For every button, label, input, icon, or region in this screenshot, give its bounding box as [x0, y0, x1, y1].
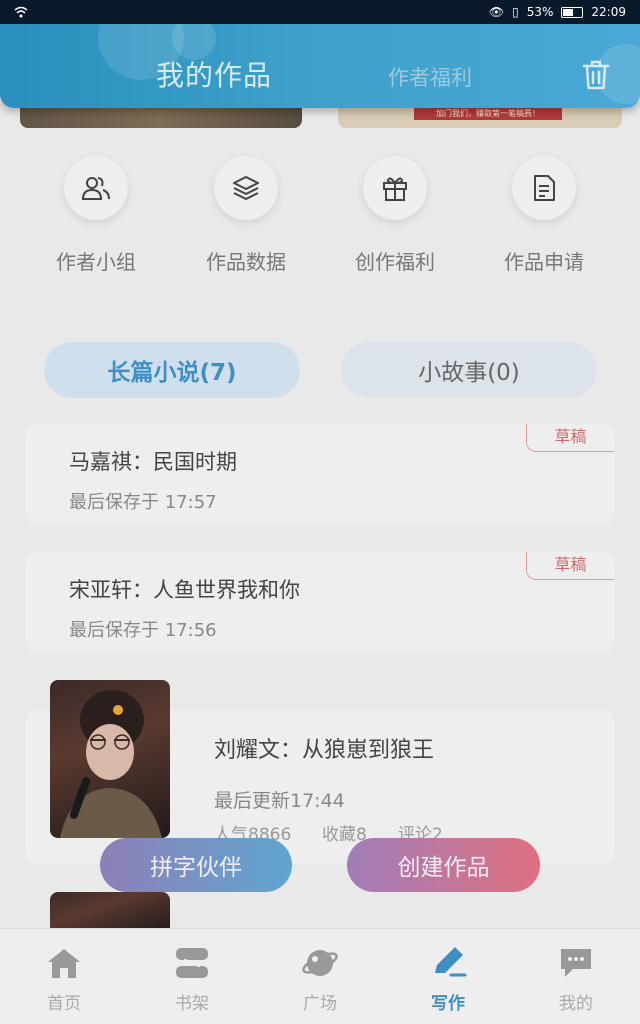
tab-short-story[interactable]: 小故事(0) — [341, 342, 597, 398]
draft-tag: 草稿 — [526, 424, 614, 452]
wifi-icon — [14, 6, 28, 18]
draft-saved-time: 最后保存于 17:57 — [69, 492, 217, 513]
draft-title: 马嘉祺：民国时期 — [69, 450, 237, 474]
quick-action-label: 作品数据 — [206, 250, 286, 274]
quick-action-label: 创作福利 — [355, 250, 435, 274]
vibrate-icon: ▯ — [512, 5, 519, 19]
bookshelf-icon — [176, 948, 208, 978]
quick-action-creation-welfare[interactable]: 创作福利 — [325, 156, 465, 275]
group-icon — [81, 177, 110, 200]
page-header: 我的作品 作者福利 — [0, 24, 640, 108]
nav-label: 广场 — [303, 994, 337, 1014]
document-icon — [534, 175, 555, 201]
draft-card[interactable]: 马嘉祺：民国时期 最后保存于 17:57 草稿 — [26, 424, 614, 524]
nav-mine[interactable]: 我的 — [526, 943, 626, 1014]
nav-label: 我的 — [559, 994, 593, 1014]
nav-label: 首页 — [47, 994, 81, 1014]
eye-icon: 👁 — [488, 5, 505, 19]
trash-icon[interactable] — [580, 58, 612, 92]
battery-icon — [561, 6, 584, 18]
battery-percent: 53% — [526, 5, 554, 19]
tab-author-welfare[interactable]: 作者福利 — [388, 62, 472, 92]
chat-icon — [561, 949, 591, 977]
work-updated-time: 最后更新17:44 — [214, 790, 345, 812]
tab-long-novel[interactable]: 长篇小说(7) — [44, 342, 300, 398]
bottom-nav: 首页 书架 广场 写作 我的 — [0, 928, 640, 1024]
banner-left[interactable] — [20, 108, 302, 128]
draft-card[interactable]: 宋亚轩：人鱼世界我和你 最后保存于 17:56 草稿 — [26, 552, 614, 652]
home-icon — [48, 949, 80, 978]
planet-icon — [302, 950, 338, 976]
status-bar: 👁 ▯ 53% 22:09 — [0, 0, 640, 24]
partner-button[interactable]: 拼字伙伴 — [100, 838, 292, 892]
draft-saved-time: 最后保存于 17:56 — [69, 620, 217, 641]
draft-title: 宋亚轩：人鱼世界我和你 — [69, 578, 300, 602]
clock: 22:09 — [591, 5, 626, 19]
banner-right[interactable]: 加门我们，赚取第一笔稿费！ — [338, 108, 622, 128]
layers-icon — [233, 176, 259, 200]
pen-icon — [435, 947, 467, 977]
nav-bookshelf[interactable]: 书架 — [142, 943, 242, 1014]
nav-writing[interactable]: 写作 — [398, 943, 498, 1014]
nav-label: 书架 — [175, 994, 209, 1014]
nav-home[interactable]: 首页 — [14, 943, 114, 1014]
banner-strip-text: 加门我们，赚取第一笔稿费！ — [414, 108, 562, 120]
quick-action-label: 作品申请 — [504, 250, 584, 274]
nav-label: 写作 — [431, 994, 465, 1014]
draft-tag: 草稿 — [526, 552, 614, 580]
nav-square[interactable]: 广场 — [270, 943, 370, 1014]
page-title[interactable]: 我的作品 — [156, 54, 272, 94]
quick-action-work-data[interactable]: 作品数据 — [176, 156, 316, 275]
quick-action-work-application[interactable]: 作品申请 — [474, 156, 614, 275]
work-title: 刘耀文：从狼崽到狼王 — [214, 738, 435, 763]
quick-action-author-group[interactable]: 作者小组 — [26, 156, 166, 275]
work-cover-image[interactable] — [50, 892, 170, 932]
gift-icon — [383, 177, 407, 201]
create-work-button[interactable]: 创建作品 — [347, 838, 540, 892]
work-cover-image[interactable] — [50, 680, 170, 838]
quick-action-label: 作者小组 — [56, 250, 136, 274]
